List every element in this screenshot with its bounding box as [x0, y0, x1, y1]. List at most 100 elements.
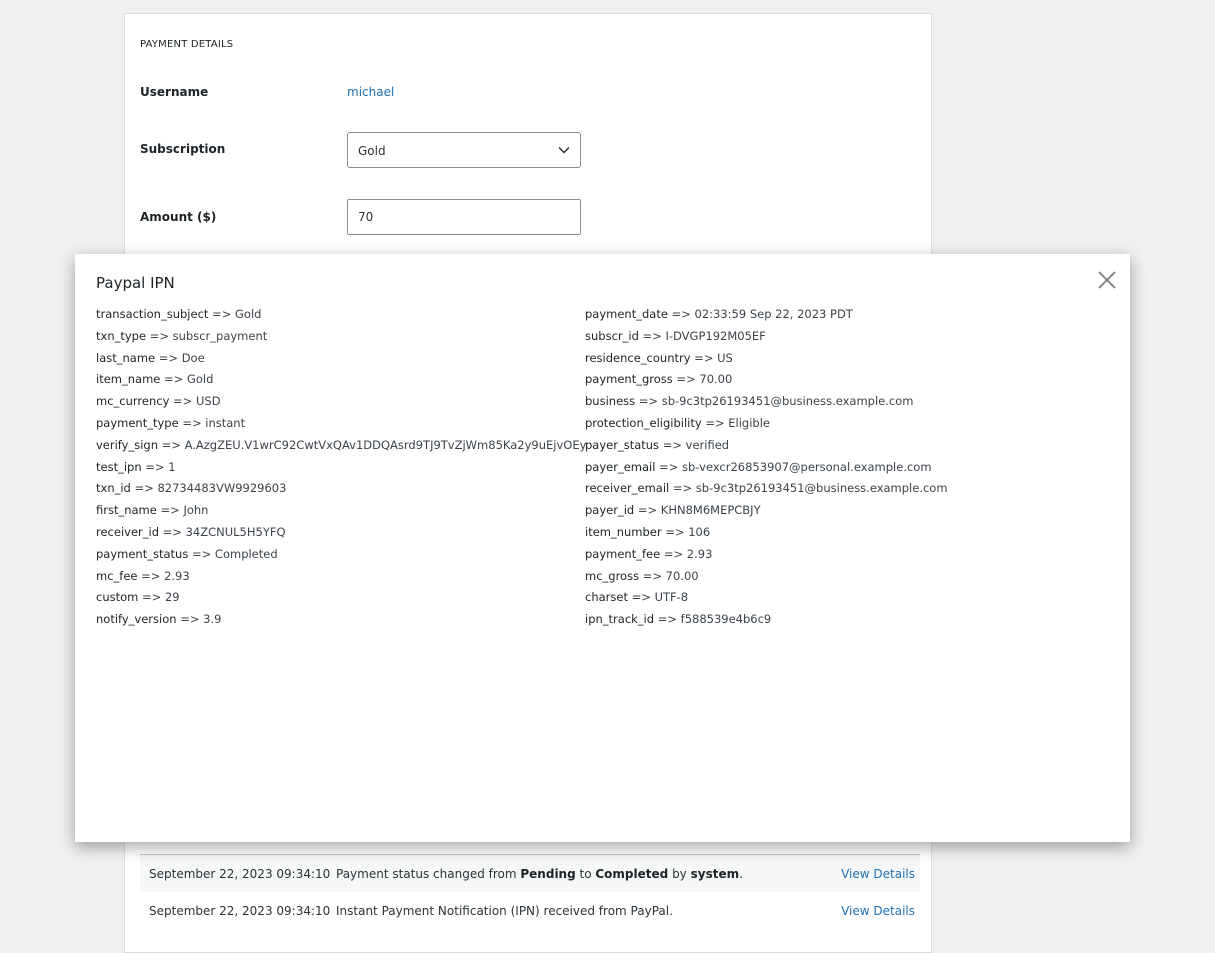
ipn-entry: protection_eligibility => Eligible	[585, 413, 948, 435]
ipn-value: Gold	[186, 372, 214, 387]
ipn-key: transaction_subject	[96, 307, 209, 321]
ipn-separator: =>	[661, 524, 689, 539]
ipn-separator: =>	[672, 372, 700, 387]
ipn-separator: =>	[137, 568, 165, 583]
ipn-entry: test_ipn => 1	[96, 457, 586, 479]
ipn-separator: =>	[701, 415, 729, 430]
ipn-key: txn_type	[96, 328, 147, 343]
ipn-separator: =>	[138, 590, 165, 605]
ipn-entry: first_name => John	[96, 500, 586, 522]
ipn-entry: payer_status => verified	[585, 435, 948, 457]
ipn-key: test_ipn	[96, 459, 142, 474]
ipn-value: sb-9c3tp26193451@business.example.com	[695, 481, 948, 496]
log-message: Instant Payment Notification (IPN) recei…	[336, 904, 673, 918]
ipn-value: UTF-8	[654, 590, 689, 605]
ipn-value: verified	[685, 437, 730, 452]
ipn-entry: receiver_id => 34ZCNUL5H5YFQ	[96, 522, 586, 544]
ipn-value: 2.93	[164, 568, 190, 583]
ipn-value: Gold	[235, 307, 262, 321]
ipn-value: Doe	[181, 350, 205, 365]
ipn-separator: =>	[690, 350, 718, 365]
ipn-entry: mc_gross => 70.00	[585, 566, 948, 588]
ipn-separator: =>	[159, 524, 186, 539]
ipn-value: US	[717, 350, 733, 365]
subscription-select[interactable]: Gold	[347, 132, 581, 168]
ipn-separator: =>	[156, 503, 184, 518]
log-table: September 22, 2023 09:34:10 Payment stat…	[140, 854, 920, 929]
ipn-value: f588539e4b6c9	[680, 612, 772, 627]
ipn-value: 02:33:59 Sep 22, 2023 PDT	[694, 307, 853, 321]
ipn-value: KHN8M6MEPCBJY	[660, 503, 761, 518]
ipn-key: txn_id	[96, 481, 131, 496]
ipn-key: payment_date	[585, 307, 668, 321]
ipn-entry: verify_sign => A.AzgZEU.V1wrC92CwtVxQAv1…	[96, 435, 586, 457]
username-label: Username	[140, 85, 209, 99]
ipn-separator: =>	[141, 459, 169, 474]
ipn-entry: payer_id => KHN8M6MEPCBJY	[585, 500, 948, 522]
paypal-ipn-modal: Paypal IPN transaction_subject => Gold tx…	[75, 254, 1130, 842]
ipn-separator: =>	[155, 350, 182, 365]
ipn-entry: custom => 29	[96, 587, 586, 609]
ipn-separator: =>	[130, 481, 158, 496]
ipn-separator: =>	[667, 307, 695, 321]
ipn-key: mc_fee	[96, 568, 138, 583]
ipn-entry: item_name => Gold	[96, 369, 586, 391]
modal-title: Paypal IPN	[96, 274, 175, 292]
ipn-value: John	[183, 503, 209, 518]
ipn-value: 82734483VW9929603	[157, 481, 287, 496]
ipn-key: charset	[585, 590, 628, 605]
log-date: September 22, 2023 09:34:10	[149, 867, 331, 881]
ipn-entry: txn_type => subscr_payment	[96, 326, 586, 348]
view-details-link[interactable]: View Details	[841, 867, 915, 881]
ipn-entry: payment_fee => 2.93	[585, 544, 948, 566]
close-icon[interactable]	[1095, 268, 1119, 292]
log-message: Payment status changed from Pending to C…	[336, 867, 743, 881]
ipn-value: I-DVGP192M05EF	[665, 328, 766, 343]
ipn-right-column: payment_date => 02:33:59 Sep 22, 2023 PD…	[585, 304, 948, 631]
ipn-entry: payment_gross => 70.00	[585, 369, 948, 391]
ipn-entry: receiver_email => sb-9c3tp26193451@busin…	[585, 478, 948, 500]
log-date: September 22, 2023 09:34:10	[149, 904, 331, 918]
ipn-key: item_name	[96, 372, 161, 387]
ipn-entry: mc_currency => USD	[96, 391, 586, 413]
ipn-value: sb-vexcr26853907@personal.example.com	[682, 459, 932, 474]
ipn-key: item_number	[585, 524, 662, 539]
ipn-key: payment_type	[96, 415, 179, 430]
ipn-value: subscr_payment	[172, 328, 268, 343]
ipn-key: payment_status	[96, 546, 189, 561]
ipn-key: verify_sign	[96, 437, 158, 452]
ipn-entry: residence_country => US	[585, 348, 948, 370]
subscription-label: Subscription	[140, 142, 226, 156]
ipn-value: 3.9	[203, 612, 222, 627]
ipn-separator: =>	[178, 415, 206, 430]
table-row: September 22, 2023 09:34:10 Payment stat…	[140, 855, 920, 892]
ipn-entry: transaction_subject => Gold	[96, 304, 586, 326]
ipn-separator: =>	[669, 481, 696, 496]
amount-input[interactable]	[347, 199, 581, 235]
ipn-key: last_name	[96, 350, 156, 365]
ipn-value: sb-9c3tp26193451@business.example.com	[661, 394, 914, 409]
ipn-key: business	[585, 394, 636, 409]
subscription-selected-value: Gold	[358, 144, 386, 158]
ipn-key: protection_eligibility	[585, 415, 702, 430]
ipn-entry: payment_status => Completed	[96, 544, 586, 566]
ipn-entry: payment_date => 02:33:59 Sep 22, 2023 PD…	[585, 304, 948, 326]
ipn-key: custom	[96, 590, 139, 605]
ipn-value: USD	[195, 394, 221, 409]
ipn-separator: =>	[635, 394, 662, 409]
ipn-entry: business => sb-9c3tp26193451@business.ex…	[585, 391, 948, 413]
ipn-value: 29	[164, 590, 180, 605]
ipn-key: residence_country	[585, 350, 691, 365]
view-details-link[interactable]: View Details	[841, 904, 915, 918]
username-link[interactable]: michael	[347, 85, 394, 99]
ipn-key: mc_gross	[585, 568, 640, 583]
ipn-separator: =>	[176, 612, 204, 627]
ipn-key: payer_id	[585, 503, 635, 518]
ipn-key: payment_gross	[585, 372, 673, 387]
ipn-separator: =>	[627, 590, 655, 605]
ipn-value: 34ZCNUL5H5YFQ	[185, 524, 286, 539]
section-title: PAYMENT DETAILS	[140, 39, 234, 50]
amount-label: Amount ($)	[140, 210, 217, 224]
ipn-separator: =>	[655, 459, 683, 474]
ipn-key: payer_status	[585, 437, 660, 452]
